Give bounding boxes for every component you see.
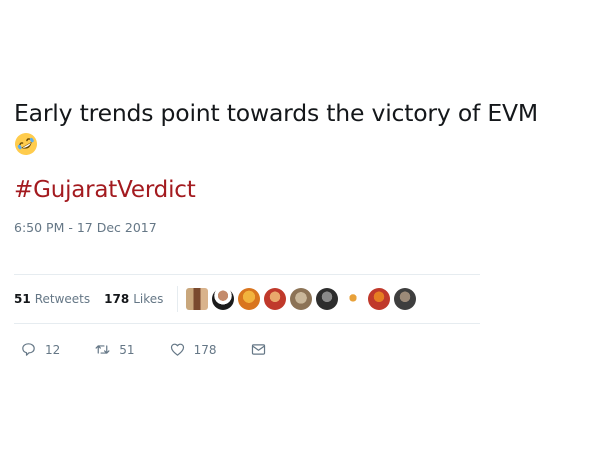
avatar[interactable] [290, 288, 313, 310]
tweet-text: Early trends point towards the victory o… [14, 99, 538, 127]
reply-count: 12 [45, 342, 61, 357]
reply-icon [22, 343, 35, 356]
avatar[interactable] [264, 288, 287, 310]
like-button[interactable]: 178 [169, 341, 217, 358]
tweet-actions: 12 51 178 [20, 341, 309, 358]
tweet-text-line: Early trends point towards the victory o… [14, 96, 592, 130]
tweet-emoji-line [14, 132, 592, 157]
like-count: 178 [193, 342, 217, 357]
retweets-label: Retweets [34, 292, 91, 306]
laughing-emoji-icon [14, 133, 37, 155]
likes-label: Likes [133, 292, 164, 306]
retweets-stat[interactable]: 51 Retweets [14, 292, 90, 306]
retweets-count: 51 [14, 292, 31, 306]
heart-icon [170, 343, 184, 356]
avatar[interactable] [368, 288, 391, 310]
avatar[interactable] [316, 288, 339, 310]
stats-divider [177, 286, 179, 312]
avatar[interactable] [212, 288, 235, 310]
retweet-count: 51 [119, 342, 135, 357]
hashtag-link[interactable]: #GujaratVerdict [14, 175, 592, 205]
tweet-timestamp[interactable]: 6:50 PM - 17 Dec 2017 [14, 219, 592, 237]
retweet-icon [95, 345, 110, 354]
reply-button[interactable]: 12 [20, 341, 60, 358]
tweet: Early trends point towards the victory o… [14, 96, 592, 324]
avatar[interactable] [394, 288, 417, 310]
avatar[interactable] [186, 288, 209, 310]
avatar[interactable] [342, 288, 365, 310]
direct-message-button[interactable] [250, 341, 275, 358]
envelope-icon [252, 344, 266, 355]
tweet-stats-bar: 51 Retweets 178 Likes [14, 274, 480, 324]
likes-stat[interactable]: 178 Likes [104, 292, 163, 306]
likes-count: 178 [104, 292, 130, 306]
avatar[interactable] [238, 288, 261, 310]
liker-avatars [186, 288, 420, 310]
retweet-button[interactable]: 51 [94, 341, 135, 358]
